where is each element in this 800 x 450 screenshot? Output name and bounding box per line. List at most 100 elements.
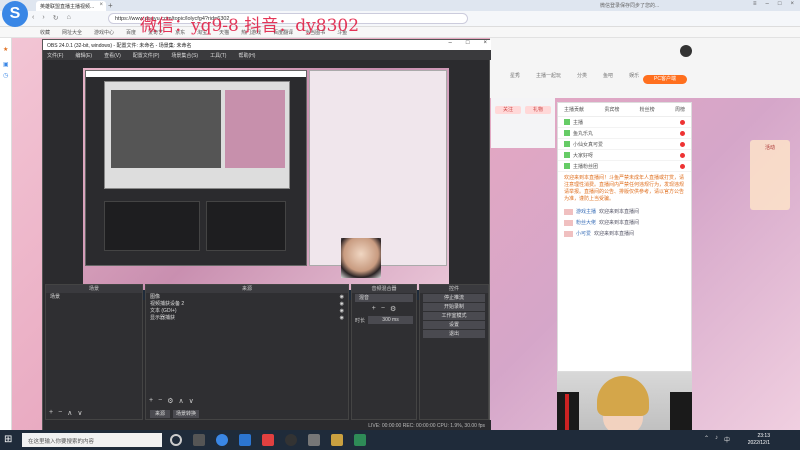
rank-row[interactable]: 鱼丸乐丸 (558, 128, 691, 139)
app-icon[interactable] (239, 434, 251, 446)
ime-icon[interactable]: 中 (724, 435, 730, 444)
obs-app-icon[interactable] (285, 434, 297, 446)
room-actions: 关注 礼物 (491, 98, 555, 148)
chat-tab[interactable]: 周榜 (675, 106, 685, 113)
menu-icon[interactable]: ≡ (753, 1, 757, 7)
bookmark-item[interactable]: 网址大全 (62, 29, 82, 36)
menu-item[interactable]: 工具(T) (210, 52, 226, 59)
status-dot (680, 141, 685, 147)
gift-button[interactable]: 礼物 (525, 106, 551, 114)
bookmark-item[interactable]: 收藏 (40, 29, 50, 36)
cortana-icon[interactable] (170, 434, 182, 446)
source-item[interactable]: 视频捕获设备 2 ◉ (146, 300, 348, 308)
move-up-icon[interactable]: ∧ (178, 397, 183, 405)
close-icon[interactable]: × (99, 2, 103, 8)
menu-item[interactable]: 帮助(H) (238, 52, 255, 59)
tab-sources[interactable]: 来源 (150, 410, 170, 418)
exit-button[interactable]: 退出 (423, 330, 485, 338)
app-icon[interactable] (262, 434, 274, 446)
star-icon[interactable]: ★ (3, 46, 8, 53)
app-icon[interactable] (354, 434, 366, 446)
network-icon[interactable]: ⌃ (704, 435, 709, 444)
move-up-icon[interactable]: ∧ (67, 409, 72, 417)
panel-header: 场景 (46, 285, 142, 293)
minimize-icon[interactable]: – (766, 1, 769, 7)
duration-input[interactable]: 300 ms (368, 316, 413, 324)
nav-item[interactable]: 星秀 (510, 72, 520, 79)
eye-icon[interactable]: ◉ (340, 315, 344, 321)
chat-tab[interactable]: 粉丝榜 (640, 106, 655, 113)
eye-icon[interactable]: ◉ (340, 301, 344, 307)
rank-row[interactable]: 主播粉丝团 (558, 161, 691, 172)
chat-tab[interactable]: 贵宾榜 (604, 106, 619, 113)
menu-item[interactable]: 配置文件(P) (133, 52, 160, 59)
browser-tab[interactable]: 英雄联盟直播主播视频... × (36, 1, 106, 11)
eye-icon[interactable]: ◉ (340, 294, 344, 300)
bookmark-item[interactable]: 游戏中心 (94, 29, 114, 36)
chat-message: 游戏主播 欢迎来到本直播间 (558, 206, 691, 217)
nav-item[interactable]: 娱乐 (629, 72, 639, 79)
menu-item[interactable]: 编辑(E) (75, 52, 92, 59)
obs-preview[interactable] (83, 68, 449, 300)
remove-icon[interactable]: − (158, 397, 162, 405)
move-down-icon[interactable]: ∨ (189, 397, 194, 405)
add-icon[interactable]: + (49, 409, 53, 417)
bookmark-icon[interactable]: ▣ (3, 61, 9, 68)
obs-title-bar: OBS 24.0.1 (32-bit, windows) - 配置文件: 未命名… (43, 40, 491, 50)
promo-banner[interactable]: 活动 (750, 140, 790, 210)
move-down-icon[interactable]: ∨ (77, 409, 82, 417)
menu-item[interactable]: 查看(V) (104, 52, 121, 59)
start-icon[interactable]: ⊞ (4, 434, 12, 445)
minimize-icon[interactable]: – (449, 40, 452, 46)
start-recording-button[interactable]: 开始录制 (423, 303, 485, 311)
nav-item[interactable]: 分类 (577, 72, 587, 79)
source-item[interactable]: 显示器捕获 ◉ (146, 314, 348, 322)
close-icon[interactable]: × (790, 1, 794, 7)
studio-mode-button[interactable]: 工作室模式 (423, 312, 485, 320)
pc-client-button[interactable]: PC客户端 (643, 75, 687, 84)
rank-row[interactable]: 大家好呀 (558, 150, 691, 161)
gear-icon[interactable]: ⚙ (390, 305, 396, 313)
nav-item[interactable]: 鱼吧 (603, 72, 613, 79)
rank-row[interactable]: 主播 (558, 117, 691, 128)
source-item[interactable]: 文本 (GDI+) ◉ (146, 307, 348, 315)
stop-streaming-button[interactable]: 停止推流 (423, 294, 485, 302)
browser-app-icon[interactable] (216, 434, 228, 446)
game-app-icon[interactable] (331, 434, 343, 446)
add-icon[interactable]: + (372, 305, 376, 313)
refresh-icon[interactable]: ↻ (53, 14, 59, 22)
nav-item[interactable]: 主播一起玩 (536, 72, 561, 79)
transition-select[interactable]: 混音 (355, 294, 413, 302)
volume-icon[interactable]: ♪ (715, 435, 718, 444)
home-icon[interactable]: ⌂ (67, 14, 71, 22)
bookmark-item[interactable]: 百度 (126, 29, 136, 36)
forward-icon[interactable]: › (42, 14, 44, 22)
maximize-icon[interactable]: □ (778, 1, 782, 7)
wechat-sync-link[interactable]: 微信登录保存同步了您的... (600, 2, 659, 9)
user-avatar[interactable] (680, 45, 692, 57)
system-clock[interactable]: 23:13 2022/12/1 (748, 433, 770, 447)
menu-item[interactable]: 场景集合(S) (171, 52, 198, 59)
gear-icon[interactable]: ⚙ (167, 397, 173, 405)
remove-icon[interactable]: − (381, 305, 385, 313)
search-input[interactable]: 在这里输入你要搜索的内容 (22, 433, 162, 447)
history-icon[interactable]: ◷ (3, 72, 8, 79)
app-icon[interactable] (308, 434, 320, 446)
scene-item[interactable]: 场景 (46, 293, 142, 300)
chat-tab[interactable]: 主播贡献 (564, 106, 584, 113)
menu-item[interactable]: 文件(F) (47, 52, 63, 59)
add-icon[interactable]: + (149, 397, 153, 405)
tab-scene-transitions[interactable]: 场景转换 (173, 410, 199, 418)
settings-button[interactable]: 设置 (423, 321, 485, 329)
chat-message: 粉丝大佬 欢迎来到本直播间 (558, 217, 691, 228)
remove-icon[interactable]: − (58, 409, 62, 417)
new-tab-icon[interactable]: + (108, 1, 113, 10)
close-icon[interactable]: × (483, 40, 487, 46)
follow-button[interactable]: 关注 (495, 106, 521, 114)
rank-row[interactable]: 小仙女真可爱 (558, 139, 691, 150)
back-icon[interactable]: ‹ (32, 14, 34, 22)
source-item[interactable]: 图像 ◉ (146, 293, 348, 301)
task-view-icon[interactable] (193, 434, 205, 446)
maximize-icon[interactable]: □ (466, 40, 470, 46)
eye-icon[interactable]: ◉ (340, 308, 344, 314)
